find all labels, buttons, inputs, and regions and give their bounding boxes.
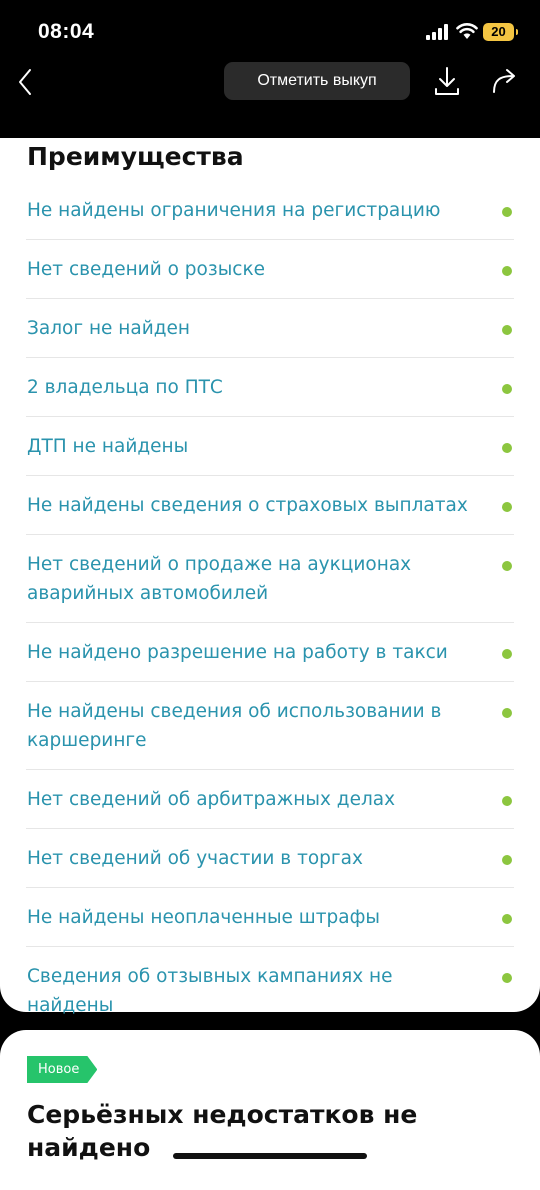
status-dot-icon [502, 973, 512, 983]
advantage-label: Нет сведений об арбитражных делах [27, 789, 396, 810]
advantage-item: Не найдены ограничения на регистрацию [26, 181, 514, 240]
advantage-item: Нет сведений об арбитражных делах [26, 770, 514, 829]
advantage-label: Нет сведений об участии в торгах [27, 848, 363, 869]
download-icon [435, 67, 459, 95]
status-time: 08:04 [38, 20, 95, 43]
status-dot-icon [502, 443, 512, 453]
advantage-item: Нет сведений об участии в торгах [26, 829, 514, 888]
advantage-item: Не найдено разрешение на работу в такси [26, 623, 514, 682]
status-dot-icon [502, 855, 512, 865]
advantage-item: Не найдены сведения о страховых выплатах [26, 476, 514, 535]
advantages-title: Преимущества [27, 142, 244, 171]
status-dot-icon [502, 384, 512, 394]
cellular-signal-icon [426, 24, 448, 40]
advantage-label: Не найдены ограничения на регистрацию [27, 200, 441, 221]
advantage-item: Нет сведений о продаже на аукционах авар… [26, 535, 514, 623]
advantage-label: Нет сведений о продаже на аукционах авар… [27, 554, 412, 604]
share-arrow-icon [493, 69, 515, 93]
status-dot-icon [502, 561, 512, 571]
status-dot-icon [502, 914, 512, 924]
status-dot-icon [502, 649, 512, 659]
status-dot-icon [502, 502, 512, 512]
advantage-item: Нет сведений о розыске [26, 240, 514, 299]
battery-indicator: 20 [483, 23, 518, 41]
advantage-label: 2 владельца по ПТС [27, 377, 223, 398]
advantage-label: Не найдены сведения об использовании в к… [27, 701, 442, 751]
share-button[interactable] [489, 66, 519, 96]
advantage-item: Сведения об отзывных кампаниях не найден… [26, 947, 514, 1034]
status-dot-icon [502, 266, 512, 276]
mark-purchase-button[interactable]: Отметить выкуп [224, 62, 410, 100]
wifi-icon [456, 23, 478, 39]
top-navigation: Отметить выкуп [0, 60, 540, 138]
back-button[interactable] [10, 62, 40, 100]
advantage-label: ДТП не найдены [27, 436, 189, 457]
home-indicator [173, 1153, 367, 1159]
shortcomings-card: Новое Серьёзных недостатков не найдено [0, 1030, 540, 1190]
advantage-item: Не найдены сведения об использовании в к… [26, 682, 514, 770]
status-bar: 08:04 20 [0, 0, 540, 60]
status-dot-icon [502, 796, 512, 806]
advantage-item: Залог не найден [26, 299, 514, 358]
advantage-item: 2 владельца по ПТС [26, 358, 514, 417]
chevron-left-icon [19, 69, 31, 95]
download-button[interactable] [432, 64, 462, 98]
advantages-list: Не найдены ограничения на регистрацию Нет… [0, 181, 540, 1034]
advantages-card: Преимущества Не найдены ограничения на р… [0, 138, 540, 1016]
advantage-label: Не найдено разрешение на работу в такси [27, 642, 448, 663]
advantage-label: Не найдены неоплаченные штрафы [27, 907, 381, 928]
status-dot-icon [502, 207, 512, 217]
status-dot-icon [502, 708, 512, 718]
advantage-label: Нет сведений о розыске [27, 259, 266, 280]
status-dot-icon [502, 325, 512, 335]
advantage-item: Не найдены неоплаченные штрафы [26, 888, 514, 947]
advantage-item: ДТП не найдены [26, 417, 514, 476]
new-badge: Новое [27, 1056, 97, 1083]
advantage-label: Залог не найден [27, 318, 191, 339]
advantage-label: Сведения об отзывных кампаниях не найден… [27, 966, 393, 1016]
advantage-label: Не найдены сведения о страховых выплатах [27, 495, 468, 516]
